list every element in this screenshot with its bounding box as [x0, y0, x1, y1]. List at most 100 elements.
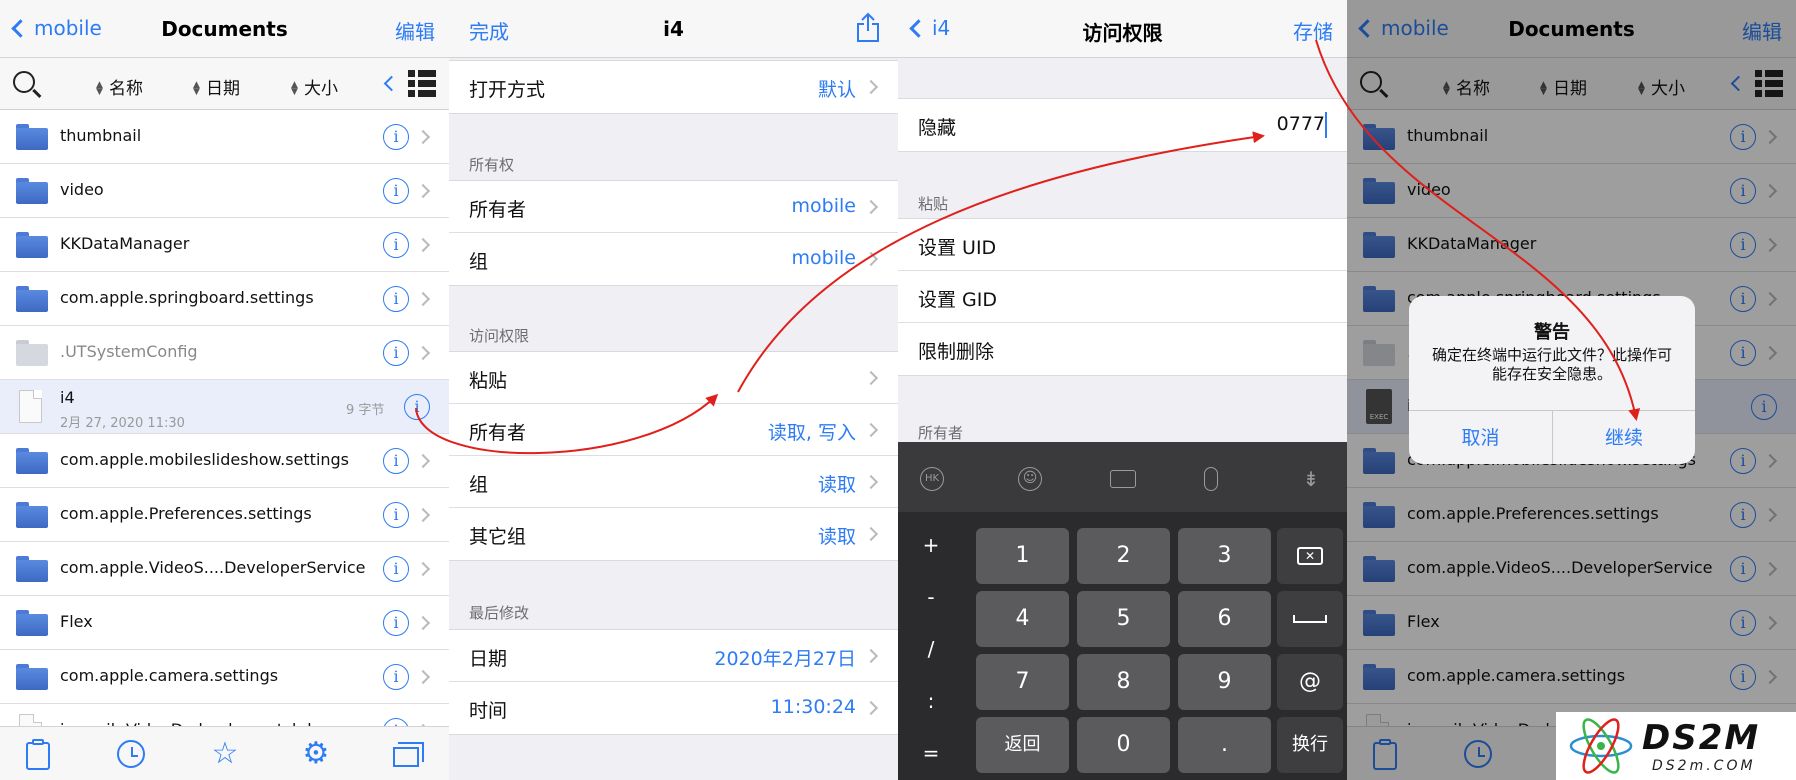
page-title: Documents — [161, 17, 288, 41]
number-key[interactable]: 6 — [1178, 591, 1271, 647]
number-key[interactable]: 2 — [1077, 528, 1170, 584]
star-icon[interactable]: ☆ — [209, 739, 241, 771]
file-row[interactable]: i4 2月 27, 2020 11:30 9 字节 i — [0, 380, 449, 434]
gear-icon[interactable]: ⚙ — [300, 739, 332, 771]
sort-by-date-button[interactable]: ▲ ▼ 日期 — [193, 74, 240, 99]
info-icon[interactable]: i — [383, 340, 409, 366]
set-gid-row[interactable]: 设置 GID — [898, 271, 1347, 323]
info-icon[interactable]: i — [383, 124, 409, 150]
share-icon[interactable] — [856, 12, 880, 42]
number-key[interactable]: 3 — [1178, 528, 1271, 584]
cancel-button[interactable]: 取消 — [1409, 411, 1552, 464]
info-icon[interactable]: i — [383, 178, 409, 204]
owner-row[interactable]: 所有者 mobile — [449, 181, 898, 233]
info-icon[interactable]: i — [383, 448, 409, 474]
restrict-delete-row[interactable]: 限制删除 — [898, 323, 1347, 375]
file-row[interactable]: .UTSystemConfig i — [0, 326, 449, 380]
hidden-row: 隐藏 0777 — [898, 99, 1347, 151]
emoji-icon[interactable]: ☺ — [1018, 467, 1042, 491]
date-row[interactable]: 日期 2020年2月27日 — [449, 630, 898, 682]
symbol-key[interactable]: : — [902, 678, 960, 724]
file-row[interactable]: com.apple.mobileslideshow.settings i — [0, 434, 449, 488]
search-icon[interactable] — [13, 71, 35, 93]
symbol-key[interactable]: / — [902, 626, 960, 672]
cell-label: 所有者 — [469, 199, 527, 221]
special-bits-group: 设置 UID 设置 GID 限制删除 — [898, 218, 1347, 376]
cell-value: 读取, 写入 — [767, 422, 856, 444]
file-row[interactable]: thumbnail i — [0, 110, 449, 164]
continue-button[interactable]: 继续 — [1552, 411, 1695, 464]
clipboard-icon[interactable] — [22, 739, 54, 771]
info-icon[interactable]: i — [383, 502, 409, 528]
backspace-key[interactable]: ✕ — [1277, 528, 1343, 584]
number-key[interactable]: 7 — [976, 654, 1069, 710]
file-row[interactable]: com.apple.VideoS....DeveloperService i — [0, 542, 449, 596]
info-icon[interactable]: i — [383, 556, 409, 582]
return-key[interactable]: 换行 — [1277, 717, 1343, 773]
file-browser-panel: mobile Documents 编辑 ▲ ▼ 名称 ▲ ▼ 日期 ▲ ▼ 大小 thumb… — [0, 0, 449, 780]
hide-keyboard-icon[interactable]: ⇟ — [1298, 467, 1324, 491]
time-row[interactable]: 时间 11:30:24 — [449, 682, 898, 734]
tab-bar: ☆⚙ — [0, 726, 449, 780]
number-key[interactable]: 8 — [1077, 654, 1170, 710]
set-uid-row[interactable]: 设置 UID — [898, 219, 1347, 271]
sort-label: 大小 — [304, 79, 338, 99]
chevron-right-icon — [415, 237, 431, 253]
sort-by-name-button[interactable]: ▲ ▼ 名称 — [96, 74, 143, 99]
edit-button[interactable]: 编辑 — [395, 16, 435, 45]
symbol-key[interactable]: + — [902, 522, 960, 568]
chevron-right-icon — [415, 669, 431, 685]
handwriting-icon[interactable]: HK — [920, 467, 944, 491]
info-icon[interactable]: i — [383, 286, 409, 312]
save-button[interactable]: 存储 — [1293, 16, 1333, 45]
chevron-right-icon — [863, 526, 879, 542]
paste-row[interactable]: 粘贴 — [449, 352, 898, 404]
keyboard-icon[interactable] — [1110, 470, 1136, 488]
group-row[interactable]: 组 mobile — [449, 233, 898, 285]
cell-label: 限制删除 — [918, 341, 995, 363]
number-key[interactable]: 4 — [976, 591, 1069, 647]
info-icon[interactable]: i — [383, 664, 409, 690]
info-icon[interactable]: i — [383, 232, 409, 258]
windows-icon[interactable] — [393, 739, 425, 771]
file-row[interactable]: Flex i — [0, 596, 449, 650]
sort-label: 名称 — [109, 79, 143, 99]
file-row[interactable]: KKDataManager i — [0, 218, 449, 272]
perm-other-row[interactable]: 其它组 读取 — [449, 508, 898, 560]
text-cursor — [1325, 112, 1327, 138]
number-key[interactable]: 返回 — [976, 717, 1069, 773]
chevron-right-icon — [863, 251, 879, 267]
number-key[interactable]: 1 — [976, 528, 1069, 584]
symbol-key[interactable]: - — [902, 574, 960, 620]
number-key[interactable]: . — [1178, 717, 1271, 773]
cell-label: 时间 — [469, 700, 508, 722]
microphone-icon[interactable] — [1204, 467, 1218, 491]
chevron-left-icon[interactable] — [383, 75, 400, 92]
at-key[interactable]: @ — [1277, 654, 1343, 710]
number-key[interactable]: 5 — [1077, 591, 1170, 647]
file-row[interactable]: video i — [0, 164, 449, 218]
navigation-bar: 完成 i4 — [449, 0, 898, 58]
info-icon[interactable]: i — [383, 610, 409, 636]
space-key[interactable] — [1277, 591, 1343, 647]
warning-alert: 警告 确定在终端中运行此文件？此操作可能存在安全隐患。 取消 继续 — [1409, 296, 1695, 464]
chevron-right-icon — [415, 291, 431, 307]
cell-label: 所有者 — [469, 422, 527, 444]
perm-group-row[interactable]: 组 读取 — [449, 456, 898, 508]
number-key[interactable]: 9 — [1178, 654, 1271, 710]
file-row[interactable]: com.apple.camera.settings i — [0, 650, 449, 704]
perm-owner-row[interactable]: 所有者 读取, 写入 — [449, 404, 898, 456]
sort-by-size-button[interactable]: ▲ ▼ 大小 — [291, 74, 338, 99]
chevron-right-icon — [863, 648, 879, 664]
mode-input[interactable]: 0777 — [1277, 113, 1325, 135]
list-view-icon[interactable] — [408, 70, 436, 98]
number-key[interactable]: 0 — [1077, 717, 1170, 773]
file-row[interactable]: com.apple.springboard.settings i — [0, 272, 449, 326]
file-name: .UTSystemConfig — [60, 342, 198, 361]
open-with-row[interactable]: 打开方式 默认 — [449, 61, 898, 113]
file-date: 2月 27, 2020 11:30 — [60, 416, 185, 431]
file-row[interactable]: com.apple.Preferences.settings i — [0, 488, 449, 542]
clock-icon[interactable] — [117, 740, 145, 768]
info-icon[interactable]: i — [404, 394, 430, 420]
symbol-key[interactable]: = — [902, 730, 960, 776]
